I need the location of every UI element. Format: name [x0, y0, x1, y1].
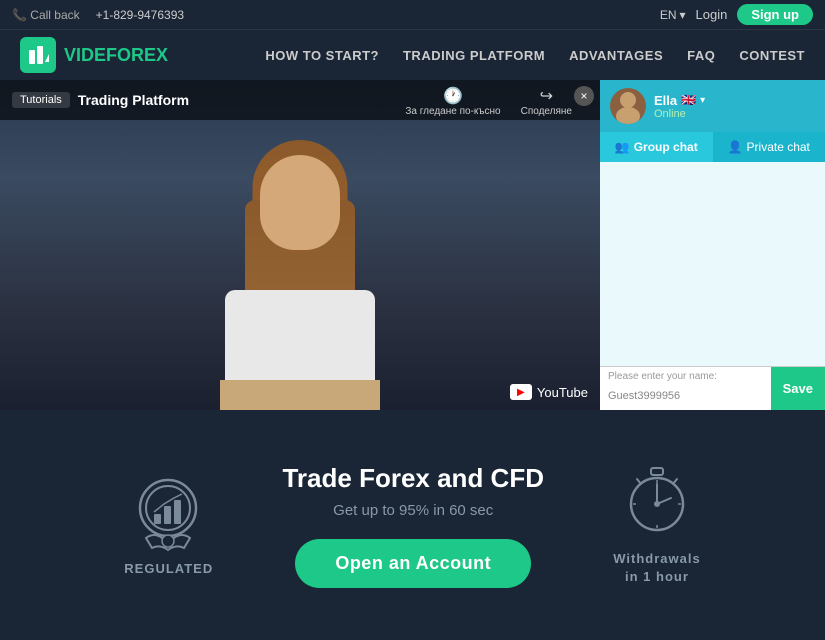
login-button[interactable]: Login [696, 7, 728, 22]
chat-body [600, 162, 825, 366]
bottom-section: REGULATED Trade Forex and CFD Get up to … [0, 410, 825, 640]
regulated-label: REGULATED [124, 561, 213, 576]
callback-label[interactable]: 📞 Call back [12, 8, 80, 22]
logo-icon [20, 37, 56, 73]
video-section: Tutorials Trading Platform 🕐 За гледане … [0, 80, 600, 410]
private-chat-tab[interactable]: 👤 Private chat [713, 132, 825, 162]
phone-number: +1-829-9476393 [96, 8, 184, 22]
group-icon: 👥 [615, 140, 630, 154]
tutorials-button[interactable]: Tutorials [12, 92, 70, 108]
navbar: VIDEFOREX HOW TO START? TRADING PLATFORM… [0, 30, 825, 80]
flag-dropdown-icon[interactable]: ▾ [700, 95, 705, 106]
video-bar-left: Tutorials Trading Platform [12, 92, 189, 108]
chat-name-input[interactable] [600, 382, 771, 410]
nav-advantages[interactable]: ADVANTAGES [569, 48, 663, 63]
topbar: 📞 Call back +1-829-9476393 EN ▾ Login Si… [0, 0, 825, 30]
logo[interactable]: VIDEFOREX [20, 37, 168, 73]
share-btn[interactable]: ↪ Споделяне [521, 86, 572, 117]
topbar-right: EN ▾ Login Sign up [660, 4, 813, 25]
chat-header: Ella 🇬🇧 ▾ Online [600, 80, 825, 132]
topbar-left: 📞 Call back +1-829-9476393 [12, 8, 184, 22]
main-title: Trade Forex and CFD [253, 463, 573, 494]
center-content: Trade Forex and CFD Get up to 95% in 60 … [253, 463, 573, 588]
chat-input-wrapper: Please enter your name: [600, 367, 771, 410]
group-chat-tab[interactable]: 👥 Group chat [600, 132, 713, 162]
signup-button[interactable]: Sign up [737, 4, 813, 25]
nav-links: HOW TO START? TRADING PLATFORM ADVANTAGE… [265, 48, 805, 63]
nav-contest[interactable]: CONTEST [739, 48, 805, 63]
sub-title: Get up to 95% in 60 sec [253, 502, 573, 519]
youtube-badge: ▶ YouTube [510, 384, 588, 400]
nav-trading-platform[interactable]: TRADING PLATFORM [403, 48, 545, 63]
withdrawals-feature: Withdrawals in 1 hour [613, 464, 700, 586]
flag-icon: 🇬🇧 [681, 93, 696, 107]
main-area: Tutorials Trading Platform 🕐 За гледане … [0, 80, 825, 410]
chat-footer: Please enter your name: Save [600, 366, 825, 410]
withdrawals-icon [624, 464, 689, 544]
chat-tabs: 👥 Group chat 👤 Private chat [600, 132, 825, 162]
regulated-feature: REGULATED [124, 475, 213, 576]
agent-info: Ella 🇬🇧 ▾ Online [654, 93, 705, 120]
chat-panel: Ella 🇬🇧 ▾ Online 👥 Group chat 👤 Private … [600, 80, 825, 410]
chevron-down-icon: ▾ [679, 8, 685, 22]
nav-how-to-start[interactable]: HOW TO START? [265, 48, 379, 63]
agent-avatar [610, 88, 646, 124]
nav-faq[interactable]: FAQ [687, 48, 715, 63]
video-close-button[interactable]: × [574, 86, 594, 106]
video-title: Trading Platform [78, 92, 189, 108]
regulated-icon [134, 475, 204, 555]
withdrawals-label: Withdrawals in 1 hour [613, 550, 700, 586]
youtube-icon: ▶ [510, 384, 532, 400]
logo-text: VIDEFOREX [64, 45, 168, 66]
watch-later-btn[interactable]: 🕐 За гледане по-късно [405, 86, 500, 117]
person-icon: 👤 [728, 140, 743, 154]
chat-save-button[interactable]: Save [771, 367, 825, 410]
language-selector[interactable]: EN ▾ [660, 8, 686, 22]
open-account-button[interactable]: Open an Account [295, 539, 531, 588]
